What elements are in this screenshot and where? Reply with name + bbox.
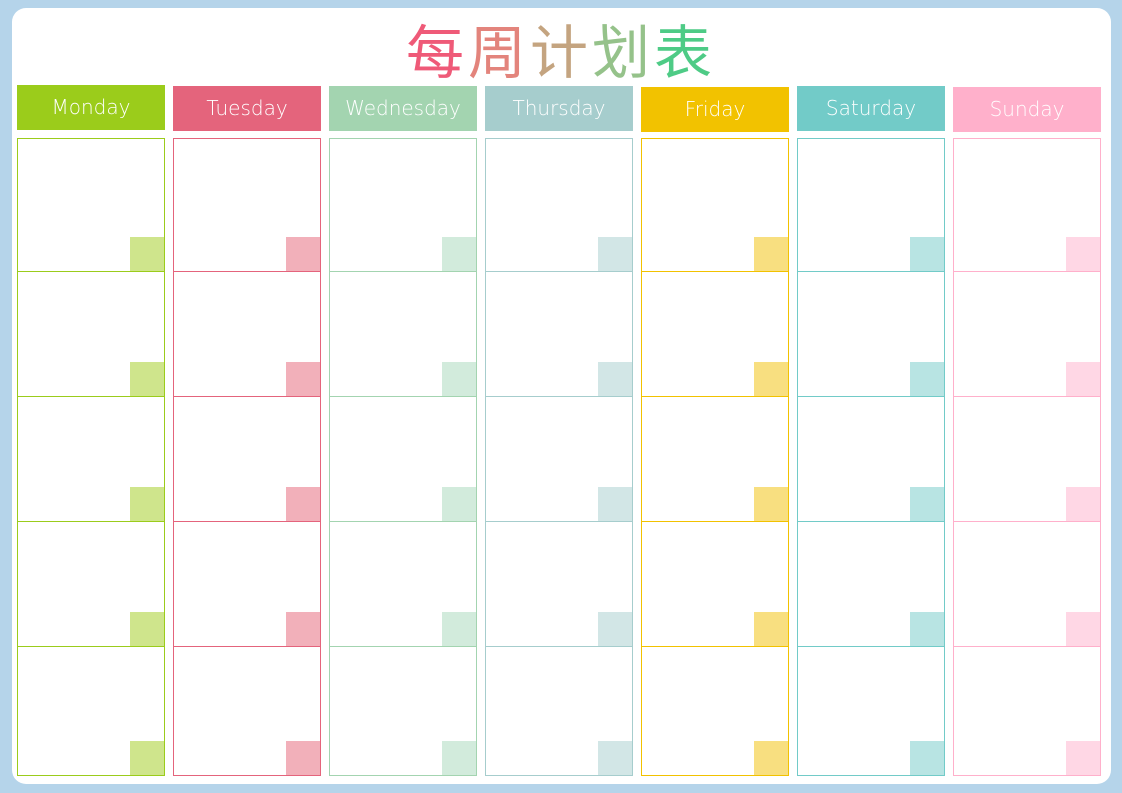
day-header-monday: Monday [17, 85, 165, 130]
slot-corner-tag [598, 487, 632, 521]
slot-corner-tag [286, 237, 320, 271]
day-slot[interactable] [329, 271, 477, 397]
day-slot[interactable] [173, 521, 321, 647]
day-slot[interactable] [329, 138, 477, 272]
slot-corner-tag [754, 362, 788, 396]
slot-corner-tag [442, 487, 476, 521]
day-slot[interactable] [641, 646, 789, 776]
slot-corner-tag [910, 612, 944, 646]
slot-corner-tag [286, 741, 320, 775]
slot-corner-tag [130, 741, 164, 775]
day-slot[interactable] [17, 521, 165, 647]
slot-corner-tag [910, 487, 944, 521]
day-slot[interactable] [797, 138, 945, 272]
title-char: 周 [467, 19, 530, 87]
slot-corner-tag [286, 362, 320, 396]
slot-corner-tag [286, 487, 320, 521]
day-slot[interactable] [641, 521, 789, 647]
day-slot[interactable] [641, 271, 789, 397]
day-slot[interactable] [17, 271, 165, 397]
slot-corner-tag [910, 741, 944, 775]
slot-corner-tag [442, 362, 476, 396]
day-slot[interactable] [329, 521, 477, 647]
day-slot[interactable] [953, 396, 1101, 522]
day-slot[interactable] [17, 396, 165, 522]
slot-corner-tag [1066, 487, 1100, 521]
day-header-thursday: Thursday [485, 86, 633, 131]
day-slot[interactable] [953, 271, 1101, 397]
slot-corner-tag [1066, 612, 1100, 646]
slot-corner-tag [754, 487, 788, 521]
day-slot[interactable] [17, 646, 165, 776]
day-slot[interactable] [953, 138, 1101, 272]
slot-corner-tag [442, 741, 476, 775]
slot-corner-tag [130, 612, 164, 646]
slot-corner-tag [754, 237, 788, 271]
day-slot[interactable] [173, 271, 321, 397]
day-slot[interactable] [485, 521, 633, 647]
day-header-sunday: Sunday [953, 87, 1101, 132]
day-slot[interactable] [173, 396, 321, 522]
day-slot[interactable] [797, 521, 945, 647]
day-slot[interactable] [797, 271, 945, 397]
day-slot[interactable] [485, 646, 633, 776]
slot-corner-tag [1066, 237, 1100, 271]
day-slot[interactable] [953, 646, 1101, 776]
day-slot[interactable] [797, 646, 945, 776]
slot-corner-tag [598, 237, 632, 271]
page-title: 每周计划表 [0, 18, 1122, 88]
slot-corner-tag [1066, 362, 1100, 396]
day-slot[interactable] [641, 138, 789, 272]
slot-corner-tag [442, 612, 476, 646]
day-slot[interactable] [173, 138, 321, 272]
slot-corner-tag [1066, 741, 1100, 775]
slot-corner-tag [754, 741, 788, 775]
day-slot[interactable] [485, 271, 633, 397]
slot-corner-tag [286, 612, 320, 646]
day-header-saturday: Saturday [797, 86, 945, 131]
title-char: 划 [592, 19, 655, 87]
day-slot[interactable] [173, 646, 321, 776]
slot-corner-tag [910, 237, 944, 271]
day-slot[interactable] [953, 521, 1101, 647]
title-char: 计 [529, 19, 592, 87]
title-char: 每 [405, 19, 468, 87]
day-slot[interactable] [641, 396, 789, 522]
day-slot[interactable] [329, 646, 477, 776]
slot-corner-tag [442, 237, 476, 271]
day-header-friday: Friday [641, 87, 789, 132]
day-slot[interactable] [485, 138, 633, 272]
slot-corner-tag [130, 237, 164, 271]
day-header-wednesday: Wednesday [329, 86, 477, 131]
slot-corner-tag [754, 612, 788, 646]
slot-corner-tag [598, 612, 632, 646]
day-slot[interactable] [485, 396, 633, 522]
slot-corner-tag [598, 362, 632, 396]
slot-corner-tag [130, 487, 164, 521]
day-slot[interactable] [797, 396, 945, 522]
slot-corner-tag [910, 362, 944, 396]
day-slot[interactable] [329, 396, 477, 522]
slot-corner-tag [598, 741, 632, 775]
day-header-tuesday: Tuesday [173, 86, 321, 131]
title-char: 表 [654, 19, 717, 87]
day-slot[interactable] [17, 138, 165, 272]
slot-corner-tag [130, 362, 164, 396]
